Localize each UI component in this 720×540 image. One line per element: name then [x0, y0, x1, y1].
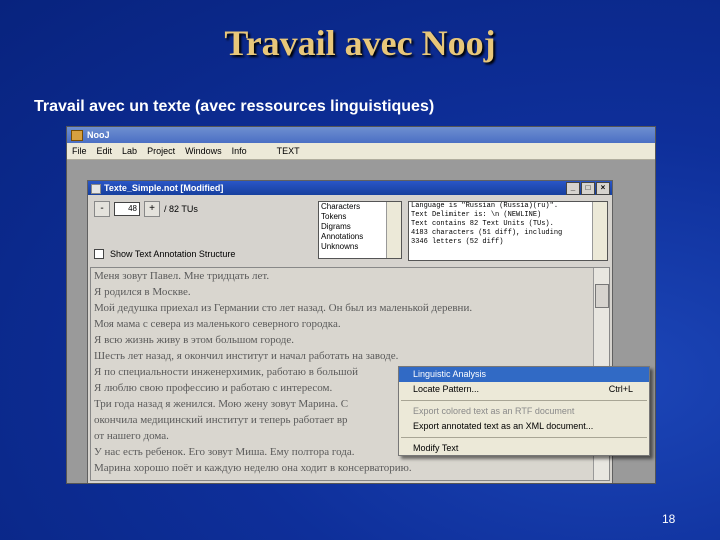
maximize-button[interactable]: □	[581, 182, 595, 195]
text-line: Марина хорошо поёт и каждую неделю она х…	[94, 462, 412, 474]
menubar: File Edit Lab Project Windows Info TEXT	[67, 143, 655, 160]
text-line: Меня зовут Павел. Мне тридцать лет.	[94, 270, 270, 282]
menu-linguistic-analysis[interactable]: Linguistic Analysis	[399, 367, 649, 382]
slide-subtitle: Travail avec un texte (avec ressources l…	[34, 98, 435, 115]
menu-separator	[401, 400, 647, 401]
app-titlebar: NooJ	[67, 127, 655, 143]
annotation-structure-option: Show Text Annotation Structure	[94, 249, 235, 259]
text-line: Я родился в Москве.	[94, 286, 191, 298]
show-annotation-label: Show Text Annotation Structure	[110, 249, 236, 259]
menu-file[interactable]: File	[67, 143, 92, 159]
previous-tu-button[interactable]: -	[94, 201, 110, 217]
menu-windows[interactable]: Windows	[180, 143, 227, 159]
show-annotation-checkbox[interactable]	[94, 249, 104, 259]
tu-number-input[interactable]: 48	[114, 202, 140, 216]
doc-title: Texte_Simple.not [Modified]	[104, 183, 224, 193]
menu-edit[interactable]: Edit	[92, 143, 118, 159]
menu-locate-pattern[interactable]: Locate Pattern... Ctrl+L	[399, 382, 649, 397]
info-line: 4183 characters (51 diff), including	[411, 229, 563, 237]
locate-pattern-label: Locate Pattern...	[413, 384, 480, 394]
menu-text[interactable]: TEXT	[272, 143, 305, 159]
context-menu: Linguistic Analysis Locate Pattern... Ct…	[398, 366, 650, 456]
info-scrollbar[interactable]	[592, 202, 607, 260]
tu-total-label: / 82 TUs	[164, 204, 198, 214]
doc-titlebar: Texte_Simple.not [Modified] _ □ ×	[88, 181, 612, 195]
app-icon	[71, 129, 83, 141]
menu-export-xml[interactable]: Export annotated text as an XML document…	[399, 419, 649, 434]
menu-project[interactable]: Project	[142, 143, 180, 159]
menu-modify-text[interactable]: Modify Text	[399, 441, 649, 456]
next-tu-button[interactable]: +	[144, 201, 160, 217]
text-info-box: Language is "Russian (Russia)(ru)". Text…	[408, 201, 608, 261]
menu-info[interactable]: Info	[227, 143, 252, 159]
document-icon	[91, 184, 101, 194]
slide-title: Travail avec Nooj	[224, 23, 496, 63]
info-line: Text contains 82 Text Units (TUs).	[411, 220, 554, 228]
text-line: Мой дедушка приехал из Германии сто лет …	[94, 302, 473, 314]
locate-shortcut: Ctrl+L	[608, 384, 633, 394]
results-listbox[interactable]: Characters Tokens Digrams Annotations Un…	[318, 201, 402, 259]
app-title: NooJ	[87, 130, 110, 140]
listbox-scrollbar[interactable]	[386, 202, 401, 258]
tu-navigator: - 48 + / 82 TUs	[94, 201, 198, 217]
scrollbar-thumb[interactable]	[595, 284, 609, 308]
close-button[interactable]: ×	[596, 182, 610, 195]
text-line: Я всю жизнь живу в этом большом городе.	[94, 334, 295, 346]
info-line: Language is "Russian (Russia)(ru)".	[411, 202, 559, 210]
info-line: 3346 letters (52 diff)	[411, 238, 504, 246]
info-line: Text Delimiter is: \n (NEWLINE)	[411, 211, 542, 219]
minimize-button[interactable]: _	[566, 182, 580, 195]
page-number: 18	[662, 512, 676, 526]
text-line: Моя мама с севера из маленького северног…	[94, 318, 341, 330]
menu-separator	[401, 437, 647, 438]
text-line: Шесть лет назад, я окончил институт и на…	[94, 350, 399, 362]
menu-lab[interactable]: Lab	[117, 143, 142, 159]
menu-export-rtf: Export colored text as an RTF document	[413, 406, 575, 416]
